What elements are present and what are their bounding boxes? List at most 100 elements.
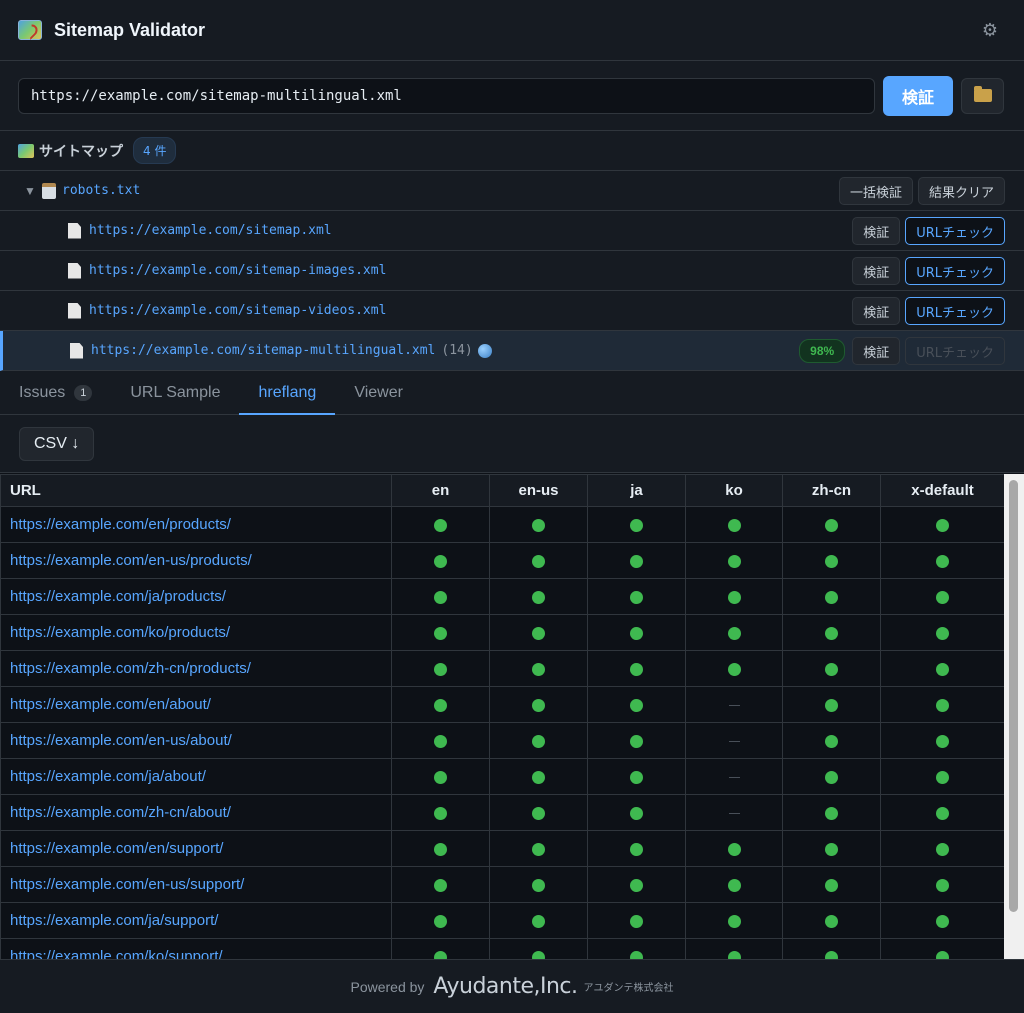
bulk-verify-button[interactable]: 一括検証 — [838, 177, 913, 205]
url-check-button-disabled: URLチェック — [905, 337, 1005, 365]
present-dot-icon — [532, 662, 545, 676]
row-url-link[interactable]: https://example.com/zh-cn/about/ — [0, 794, 392, 831]
tree-item-selected[interactable]: https://example.com/sitemap-multilingual… — [0, 331, 1024, 371]
row-url-link[interactable]: https://example.com/ko/products/ — [0, 614, 392, 651]
url-check-button[interactable]: URLチェック — [905, 217, 1005, 245]
present-dot-icon — [434, 554, 447, 568]
present-dot-icon — [825, 878, 838, 892]
hreflang-cell — [391, 902, 490, 939]
hreflang-cell — [489, 686, 588, 723]
sitemap-link[interactable]: https://example.com/sitemap-multilingual… — [91, 343, 435, 358]
hreflang-cell — [587, 866, 686, 903]
gear-icon[interactable]: ⚙ — [982, 20, 998, 41]
present-dot-icon — [630, 950, 643, 959]
present-dot-icon — [825, 518, 838, 532]
hreflang-cell — [782, 758, 881, 795]
hreflang-cell — [391, 758, 490, 795]
present-dot-icon — [936, 698, 949, 712]
hreflang-cell — [880, 722, 1005, 759]
present-dot-icon — [936, 950, 949, 959]
hreflang-cell — [782, 614, 881, 651]
hreflang-cell — [880, 686, 1005, 723]
sitemap-url-input[interactable] — [18, 77, 875, 114]
row-url-link[interactable]: https://example.com/en/support/ — [0, 830, 392, 867]
verify-sitemap-button[interactable]: 検証 — [852, 337, 901, 365]
hreflang-cell — [587, 938, 686, 959]
hreflang-cell — [489, 902, 588, 939]
hreflang-cell — [587, 506, 686, 543]
hreflang-cell — [489, 506, 588, 543]
hreflang-cell — [685, 794, 783, 831]
present-dot-icon — [532, 518, 545, 532]
present-dot-icon — [936, 806, 949, 820]
document-icon — [68, 302, 81, 319]
sitemap-tree: ▼ robots.txt 一括検証 結果クリア https://example.… — [0, 171, 1024, 371]
verify-sitemap-button[interactable]: 検証 — [852, 217, 901, 245]
present-dot-icon — [434, 518, 447, 532]
present-dot-icon — [532, 878, 545, 892]
present-dot-icon — [727, 842, 741, 856]
clear-results-button[interactable]: 結果クリア — [917, 177, 1005, 205]
row-url-link[interactable]: https://example.com/zh-cn/products/ — [0, 650, 392, 687]
csv-download-button[interactable]: CSV ↓ — [19, 426, 95, 461]
tab-viewer[interactable]: Viewer — [335, 371, 422, 414]
scrollbar-thumb[interactable] — [1009, 480, 1018, 912]
robots-link[interactable]: robots.txt — [62, 183, 140, 198]
table-row: https://example.com/zh-cn/products/ — [0, 650, 1005, 687]
present-dot-icon — [630, 842, 643, 856]
present-dot-icon — [936, 662, 949, 676]
document-icon — [68, 222, 81, 239]
vertical-scrollbar[interactable] — [1004, 474, 1024, 959]
row-url-link[interactable]: https://example.com/ja/about/ — [0, 758, 392, 795]
open-file-button[interactable] — [961, 77, 1004, 114]
row-url-link[interactable]: https://example.com/en-us/support/ — [0, 866, 392, 903]
hreflang-cell — [489, 794, 588, 831]
hreflang-cell — [391, 866, 490, 903]
tab-hreflang[interactable]: hreflang — [239, 371, 336, 415]
verify-sitemap-button[interactable]: 検証 — [852, 297, 901, 325]
hreflang-cell — [880, 650, 1005, 687]
present-dot-icon — [532, 590, 545, 604]
present-dot-icon — [434, 950, 447, 959]
company-logo[interactable]: Ayudante,Inc. — [433, 974, 578, 999]
row-url-link[interactable]: https://example.com/en-us/products/ — [0, 542, 392, 579]
row-url-link[interactable]: https://example.com/en/products/ — [0, 506, 392, 543]
app-header: Sitemap Validator ⚙ — [0, 0, 1024, 61]
tree-root-robots[interactable]: ▼ robots.txt 一括検証 結果クリア — [0, 171, 1024, 211]
sitemap-link[interactable]: https://example.com/sitemap.xml — [89, 223, 332, 238]
hreflang-cell — [685, 614, 783, 651]
present-dot-icon — [825, 554, 838, 568]
tree-item[interactable]: https://example.com/sitemap-videos.xml 検… — [0, 291, 1024, 331]
missing-dash-icon — [728, 740, 740, 742]
table-row: https://example.com/en-us/products/ — [0, 542, 1005, 579]
url-check-button[interactable]: URLチェック — [905, 257, 1005, 285]
table-row: https://example.com/en/about/ — [0, 686, 1005, 723]
present-dot-icon — [434, 698, 447, 712]
url-check-button[interactable]: URLチェック — [905, 297, 1005, 325]
present-dot-icon — [727, 518, 741, 532]
row-url-link[interactable]: https://example.com/ja/support/ — [0, 902, 392, 939]
present-dot-icon — [434, 806, 447, 820]
hreflang-cell — [880, 758, 1005, 795]
sitemap-link[interactable]: https://example.com/sitemap-videos.xml — [89, 303, 386, 318]
row-url-link[interactable]: https://example.com/ko/support/ — [0, 938, 392, 959]
column-header-url: URL — [0, 474, 392, 507]
verify-sitemap-button[interactable]: 検証 — [852, 257, 901, 285]
tree-item[interactable]: https://example.com/sitemap.xml 検証 URLチェ… — [0, 211, 1024, 251]
tab-url-sample[interactable]: URL Sample — [111, 371, 239, 414]
row-url-link[interactable]: https://example.com/en/about/ — [0, 686, 392, 723]
present-dot-icon — [630, 770, 643, 784]
row-url-link[interactable]: https://example.com/ja/products/ — [0, 578, 392, 615]
tab-issues[interactable]: Issues 1 — [0, 371, 111, 414]
table-row: https://example.com/en-us/support/ — [0, 866, 1005, 903]
present-dot-icon — [532, 554, 545, 568]
tree-item[interactable]: https://example.com/sitemap-images.xml 検… — [0, 251, 1024, 291]
present-dot-icon — [825, 842, 838, 856]
globe-icon — [477, 343, 492, 358]
present-dot-icon — [434, 770, 447, 784]
row-url-link[interactable]: https://example.com/en-us/about/ — [0, 722, 392, 759]
sitemap-link[interactable]: https://example.com/sitemap-images.xml — [89, 263, 386, 278]
collapse-arrow-icon[interactable]: ▼ — [24, 184, 38, 198]
verify-button[interactable]: 検証 — [883, 75, 953, 116]
hreflang-cell — [880, 938, 1005, 959]
